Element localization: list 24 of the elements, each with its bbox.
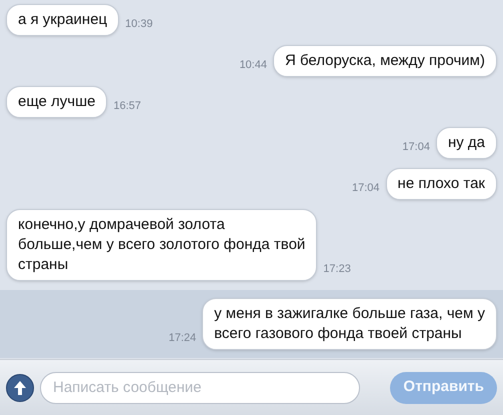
message-row[interactable]: еще лучше 16:57 bbox=[0, 86, 503, 118]
message-time: 10:44 bbox=[239, 58, 267, 72]
attach-button[interactable] bbox=[6, 374, 34, 402]
message-bubble: ну да bbox=[436, 127, 497, 159]
message-time: 10:39 bbox=[125, 16, 153, 32]
message-row[interactable]: 17:24 у меня в зажигалке больше газа, чем у всего газового фонда твоей страны bbox=[0, 290, 503, 358]
message-row[interactable]: 10:44 Я белоруска, между прочим) bbox=[0, 45, 503, 77]
message-bubble: еще лучше bbox=[6, 86, 108, 118]
message-row[interactable]: а я украинец 10:39 bbox=[0, 4, 503, 36]
message-bubble: Я белоруска, между прочим) bbox=[272, 45, 497, 77]
message-bubble: у меня в зажигалке больше газа, чем у всего газового фонда твоей страны bbox=[202, 298, 497, 350]
message-bubble: а я украинец bbox=[6, 4, 120, 36]
message-input-field[interactable]: Написать сообщение bbox=[40, 372, 360, 404]
message-time: 17:24 bbox=[168, 330, 196, 346]
message-time: 17:04 bbox=[402, 140, 430, 154]
message-row[interactable]: конечно,у домрачевой золота больше,чем у всего золотого фонда твой страны 17:23 bbox=[0, 209, 503, 281]
message-time: 17:23 bbox=[323, 262, 351, 276]
message-bubble: не плохо так bbox=[386, 168, 497, 200]
message-time: 17:04 bbox=[352, 180, 380, 196]
message-row[interactable]: 17:04 не плохо так bbox=[0, 168, 503, 200]
message-time: 16:57 bbox=[113, 98, 141, 114]
arrow-up-icon bbox=[14, 380, 26, 394]
message-row[interactable]: 17:04 ну да bbox=[0, 127, 503, 159]
message-bubble: конечно,у домрачевой золота больше,чем у всего золотого фонда твой страны bbox=[6, 209, 318, 281]
